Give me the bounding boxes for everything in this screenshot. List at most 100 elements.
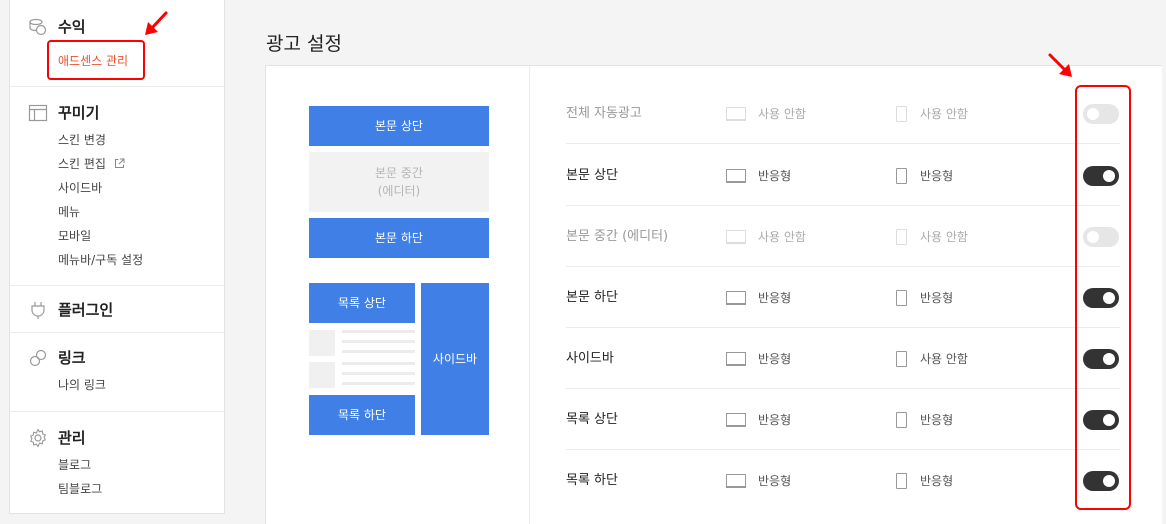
mobile-icon xyxy=(896,228,907,245)
desktop-setting[interactable]: 반응형 xyxy=(726,267,791,328)
mobile-icon xyxy=(896,289,907,306)
ad-row-auto: 전체 자동광고 사용 안함 사용 안함 xyxy=(566,83,1120,144)
sidebar-heading-label: 꾸미기 xyxy=(58,104,100,122)
external-link-icon xyxy=(114,158,125,168)
ad-row-label: 목록 하단 xyxy=(566,473,618,488)
link-icon xyxy=(29,349,47,366)
ad-row-label: 사이드바 xyxy=(566,351,614,366)
sidebar-item-sidebar[interactable]: 사이드바 xyxy=(58,179,102,196)
sidebar-heading-label: 링크 xyxy=(58,349,86,367)
preview-list-thumb xyxy=(309,362,335,388)
monitor-icon xyxy=(726,229,746,244)
page-title: 광고 설정 xyxy=(266,33,342,55)
ad-row-label: 본문 상단 xyxy=(566,168,618,183)
monitor-icon xyxy=(726,351,746,366)
desktop-value: 반응형 xyxy=(758,291,792,305)
ad-settings-panel: 본문 상단 본문 중간 (에디터) 본문 하단 목록 상단 목록 하단 사이드바… xyxy=(265,65,1162,524)
ad-row-label: 전체 자동광고 xyxy=(566,106,642,121)
sidebar-heading-revenue[interactable]: 수익 xyxy=(28,16,86,37)
desktop-setting[interactable]: 반응형 xyxy=(726,389,791,450)
sidebar-heading-manage[interactable]: 관리 xyxy=(28,427,86,448)
mobile-value: 반응형 xyxy=(920,474,954,488)
preview-list-thumb xyxy=(309,330,335,356)
sidebar-heading-design[interactable]: 꾸미기 xyxy=(28,102,99,123)
sidebar-item-menubar-subscribe[interactable]: 메뉴바/구독 설정 xyxy=(58,251,143,268)
mobile-icon xyxy=(896,350,907,367)
mobile-icon xyxy=(896,411,907,428)
mobile-setting[interactable]: 반응형 xyxy=(896,450,953,511)
ad-row-body-bottom: 본문 하단 반응형 반응형 xyxy=(566,267,1120,328)
desktop-value: 반응형 xyxy=(758,474,792,488)
layout-icon xyxy=(28,104,48,121)
desktop-setting[interactable]: 반응형 xyxy=(726,328,791,389)
ad-row-label: 본문 하단 xyxy=(566,290,618,305)
monitor-icon xyxy=(726,473,746,488)
ad-row-body-top: 본문 상단 반응형 반응형 xyxy=(566,145,1120,206)
mobile-value: 반응형 xyxy=(920,169,954,183)
sidebar-heading-plugin[interactable]: 플러그인 xyxy=(28,299,113,320)
annotation-arrow-icon xyxy=(145,11,168,35)
ad-row-body-middle: 본문 중간 (에디터) 사용 안함 사용 안함 xyxy=(566,206,1120,267)
preview-list-line xyxy=(342,330,415,333)
mobile-setting[interactable]: 반응형 xyxy=(896,389,953,450)
preview-list-line xyxy=(342,350,415,353)
preview-list-top: 목록 상단 xyxy=(309,283,415,323)
annotation-arrow-icon xyxy=(1048,53,1072,77)
mobile-setting[interactable]: 사용 안함 xyxy=(896,83,968,144)
mobile-setting[interactable]: 반응형 xyxy=(896,145,953,206)
preview-list-line xyxy=(342,372,415,375)
ad-row-sidebar: 사이드바 반응형 사용 안함 xyxy=(566,328,1120,389)
preview-list-line xyxy=(342,362,415,365)
desktop-value: 사용 안함 xyxy=(758,107,806,121)
monitor-icon xyxy=(726,168,746,183)
desktop-setting[interactable]: 반응형 xyxy=(726,145,791,206)
sidebar-heading-link[interactable]: 링크 xyxy=(28,347,86,368)
coins-icon xyxy=(29,18,47,35)
mobile-setting[interactable]: 반응형 xyxy=(896,267,953,328)
preview-sidebar: 사이드바 xyxy=(421,283,489,435)
sidebar-item-label: 스킨 편집 xyxy=(58,157,106,171)
plug-icon xyxy=(31,301,45,319)
preview-list-bottom: 목록 하단 xyxy=(309,395,415,435)
ad-row-list-bottom: 목록 하단 반응형 반응형 xyxy=(566,450,1120,511)
mobile-value: 반응형 xyxy=(920,413,954,427)
desktop-setting[interactable]: 사용 안함 xyxy=(726,83,806,144)
preview-list-line xyxy=(342,382,415,385)
desktop-value: 반응형 xyxy=(758,352,792,366)
mobile-setting[interactable]: 사용 안함 xyxy=(896,328,968,389)
sidebar-section-design: 꾸미기 스킨 변경 스킨 편집 사이드바 메뉴 모바일 메뉴바/구독 설정 xyxy=(10,87,224,286)
sidebar-item-blog[interactable]: 블로그 xyxy=(58,456,91,473)
sidebar-item-mobile[interactable]: 모바일 xyxy=(58,227,91,244)
desktop-value: 반응형 xyxy=(758,413,792,427)
mobile-value: 사용 안함 xyxy=(920,107,968,121)
preview-body-middle: 본문 중간 (에디터) xyxy=(309,152,489,212)
desktop-setting[interactable]: 반응형 xyxy=(726,450,791,511)
mobile-value: 반응형 xyxy=(920,291,954,305)
sidebar-item-skin-edit[interactable]: 스킨 편집 xyxy=(58,155,125,172)
sidebar-section-manage: 관리 블로그 팀블로그 xyxy=(10,412,224,514)
mobile-setting[interactable]: 사용 안함 xyxy=(896,206,968,267)
preview-body-bottom: 본문 하단 xyxy=(309,218,489,258)
sidebar-item-my-link[interactable]: 나의 링크 xyxy=(58,376,106,393)
sidebar-heading-label: 플러그인 xyxy=(58,301,114,319)
desktop-value: 사용 안함 xyxy=(758,230,806,244)
desktop-value: 반응형 xyxy=(758,169,792,183)
ad-row-label: 목록 상단 xyxy=(566,412,618,427)
gear-icon xyxy=(29,427,47,448)
desktop-setting[interactable]: 사용 안함 xyxy=(726,206,806,267)
sidebar-item-skin-change[interactable]: 스킨 변경 xyxy=(58,131,106,148)
annotation-highlight-adsense xyxy=(47,40,145,80)
sidebar-heading-label: 수익 xyxy=(58,18,86,36)
preview-body-top: 본문 상단 xyxy=(309,106,489,146)
sidebar-heading-label: 관리 xyxy=(58,429,86,447)
mobile-icon xyxy=(896,105,907,122)
preview-list-line xyxy=(342,340,415,343)
sidebar-item-menu[interactable]: 메뉴 xyxy=(58,203,80,220)
sidebar-item-team-blog[interactable]: 팀블로그 xyxy=(58,480,102,497)
mobile-icon xyxy=(896,167,907,184)
monitor-icon xyxy=(726,412,746,427)
ad-row-label: 본문 중간 (에디터) xyxy=(566,229,669,244)
mobile-icon xyxy=(896,472,907,489)
annotation-highlight-toggles xyxy=(1075,85,1131,510)
sidebar-section-link: 링크 나의 링크 xyxy=(10,333,224,412)
